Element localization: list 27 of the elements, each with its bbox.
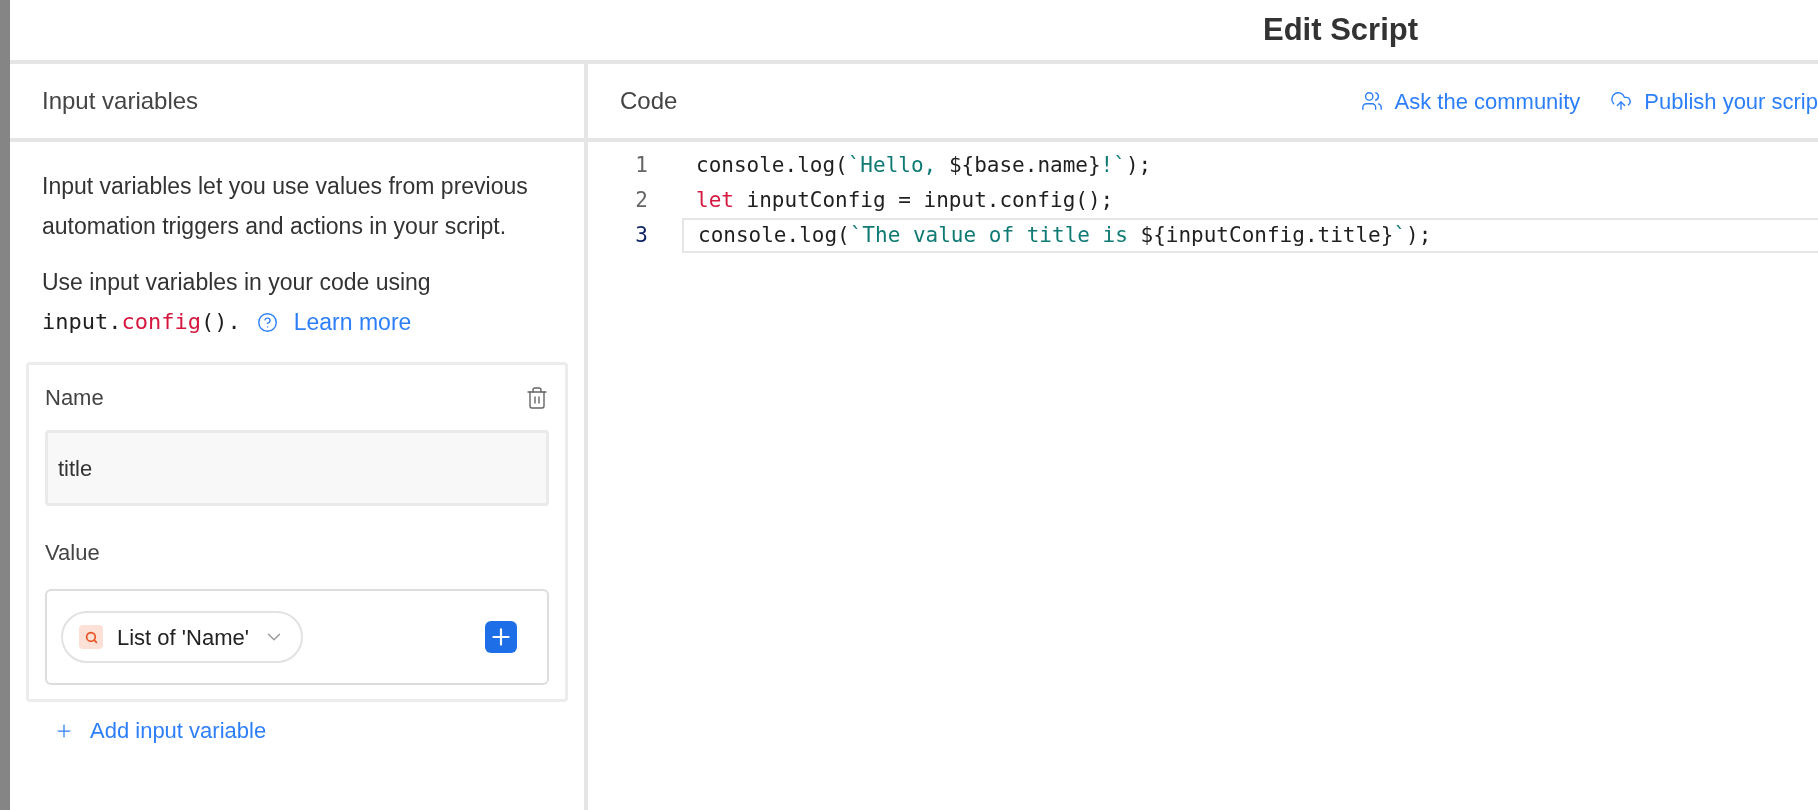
- value-token[interactable]: List of 'Name': [61, 611, 303, 663]
- code-snippet: input.config().: [42, 308, 241, 336]
- field-label: Value: [45, 539, 100, 567]
- trash-icon[interactable]: [525, 384, 549, 411]
- panel-title: Input variables: [42, 86, 199, 116]
- line-number: 1: [634, 151, 649, 179]
- action-link[interactable]: Ask the community: [1360, 84, 1581, 118]
- help-icon[interactable]: [256, 311, 278, 333]
- cloud-upload-icon: [1610, 90, 1633, 112]
- line-number: 2: [634, 186, 649, 214]
- window-title: Edit Script: [1263, 10, 1418, 49]
- people-icon: [1360, 90, 1383, 112]
- description-text: Input variables let you use values from previous automation triggers and actions in your script.: [42, 172, 529, 241]
- usage-text: Use input variables in your code using: [42, 268, 431, 297]
- value-field[interactable]: List of 'Name': [45, 589, 549, 685]
- field-label: Name: [45, 384, 104, 412]
- code-line: let inputConfig = input.config();: [695, 186, 1115, 214]
- plus-icon[interactable]: [485, 621, 517, 653]
- panel-title: Code: [620, 86, 678, 116]
- name-field[interactable]: title: [45, 430, 549, 506]
- code-line: console.log(`Hello, ${base.name}!`);: [695, 151, 1153, 179]
- learn-more-link[interactable]: Learn more: [293, 302, 412, 342]
- code-line: console.log(`The value of title is ${inputConfig.title}`);: [682, 218, 1818, 253]
- action-link[interactable]: Publish your scrip: [1610, 84, 1818, 118]
- add-variable-button[interactable]: Add input variable: [54, 714, 267, 747]
- line-number: 3: [634, 221, 649, 249]
- search-icon: [79, 625, 103, 649]
